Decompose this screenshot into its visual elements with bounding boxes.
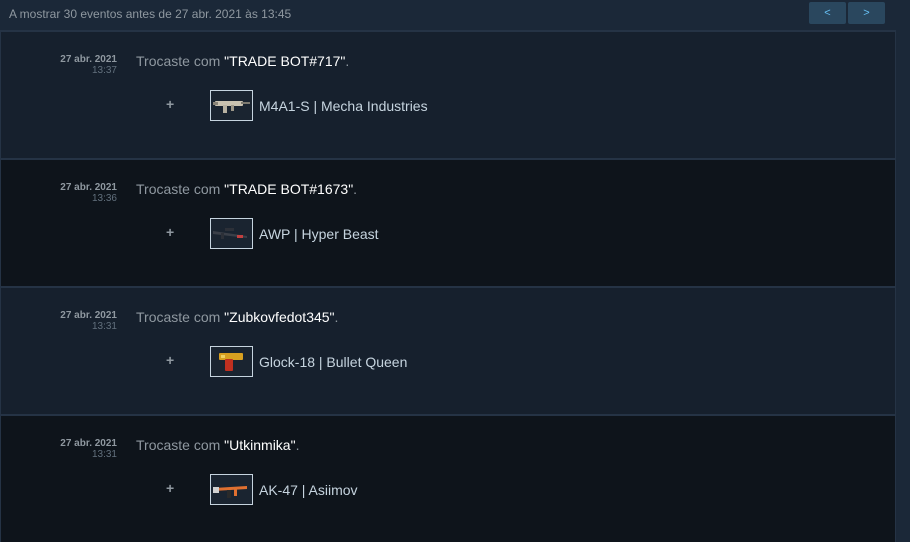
trade-partner-name[interactable]: "Utkinmika" xyxy=(224,437,295,453)
event-date-time: 13:37 xyxy=(91,65,117,76)
event-date: 27 abr. 2021 13:36 xyxy=(60,182,117,204)
event-date-day: 27 abr. 2021 xyxy=(60,438,117,449)
prev-page-button[interactable]: < xyxy=(809,2,846,24)
trade-event-row: 27 abr. 2021 13:37 Trocaste com "TRADE B… xyxy=(0,30,896,158)
event-date-time: 13:36 xyxy=(91,193,117,204)
item-thumbnail[interactable] xyxy=(210,218,253,249)
event-date: 27 abr. 2021 13:31 xyxy=(60,310,117,332)
history-status-text: A mostrar 30 eventos antes de 27 abr. 20… xyxy=(9,7,292,21)
glock-pistol-icon xyxy=(219,353,243,371)
event-description: Trocaste com "Zubkovfedot345". xyxy=(136,309,338,325)
item-received-plus-icon: + xyxy=(166,480,175,496)
event-date-time: 13:31 xyxy=(91,321,117,332)
item-received-plus-icon: + xyxy=(166,352,175,368)
awp-rifle-icon xyxy=(213,228,247,239)
event-suffix: . xyxy=(353,181,358,197)
event-date-day: 27 abr. 2021 xyxy=(60,310,117,321)
ak47-rifle-icon xyxy=(213,486,247,498)
item-name[interactable]: Glock-18 | Bullet Queen xyxy=(259,354,407,370)
event-description: Trocaste com "TRADE BOT#1673". xyxy=(136,181,357,197)
event-prefix: Trocaste com xyxy=(136,309,225,325)
trade-history-list: 27 abr. 2021 13:37 Trocaste com "TRADE B… xyxy=(0,30,896,542)
event-date: 27 abr. 2021 13:31 xyxy=(60,438,117,460)
item-received-plus-icon: + xyxy=(166,224,175,240)
pagination: < > xyxy=(809,2,885,24)
m4a1s-rifle-icon xyxy=(213,101,250,113)
trade-event-row: 27 abr. 2021 13:36 Trocaste com "TRADE B… xyxy=(0,158,896,286)
trade-event-row: 27 abr. 2021 13:31 Trocaste com "Zubkovf… xyxy=(0,286,896,414)
event-suffix: . xyxy=(345,53,350,69)
event-prefix: Trocaste com xyxy=(136,53,225,69)
event-description: Trocaste com "TRADE BOT#717". xyxy=(136,53,349,69)
event-date-day: 27 abr. 2021 xyxy=(60,182,117,193)
event-date-time: 13:31 xyxy=(91,449,117,460)
trade-partner-name[interactable]: "TRADE BOT#1673" xyxy=(224,181,353,197)
item-name[interactable]: AWP | Hyper Beast xyxy=(259,226,379,242)
item-thumbnail[interactable] xyxy=(210,90,253,121)
event-prefix: Trocaste com xyxy=(136,181,225,197)
event-description: Trocaste com "Utkinmika". xyxy=(136,437,299,453)
event-suffix: . xyxy=(334,309,339,325)
event-suffix: . xyxy=(295,437,300,453)
item-name[interactable]: AK-47 | Asiimov xyxy=(259,482,358,498)
item-thumbnail[interactable] xyxy=(210,474,253,505)
trade-partner-name[interactable]: "TRADE BOT#717" xyxy=(224,53,345,69)
item-received-plus-icon: + xyxy=(166,96,175,112)
event-date: 27 abr. 2021 13:37 xyxy=(60,54,117,76)
trade-partner-name[interactable]: "Zubkovfedot345" xyxy=(224,309,334,325)
next-page-button[interactable]: > xyxy=(848,2,885,24)
item-thumbnail[interactable] xyxy=(210,346,253,377)
event-prefix: Trocaste com xyxy=(136,437,225,453)
event-date-day: 27 abr. 2021 xyxy=(60,54,117,65)
history-toolbar: A mostrar 30 eventos antes de 27 abr. 20… xyxy=(0,0,910,30)
trade-event-row: 27 abr. 2021 13:31 Trocaste com "Utkinmi… xyxy=(0,414,896,542)
item-name[interactable]: M4A1-S | Mecha Industries xyxy=(259,98,428,114)
